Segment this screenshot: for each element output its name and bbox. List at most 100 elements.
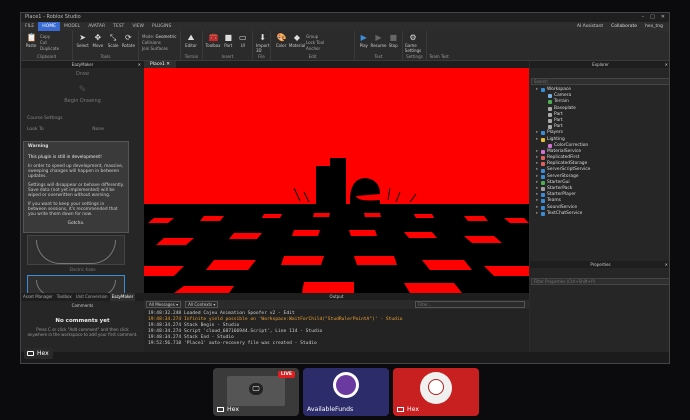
mode-label: Mode:	[142, 34, 155, 39]
item-type-icon	[541, 168, 545, 173]
cursor-icon: ➤	[79, 33, 86, 42]
copy-button[interactable]: Copy	[40, 34, 59, 39]
user-tile-label: Hex	[397, 406, 419, 413]
context-filter-dropdown[interactable]: All Contexts ▾	[185, 301, 219, 308]
user-badge[interactable]: Hex	[24, 348, 53, 359]
color-icon: 🎨	[276, 33, 287, 42]
panel-close-icon[interactable]: ✕	[138, 61, 141, 68]
duplicate-button[interactable]: Duplicate	[40, 46, 59, 51]
scale-icon: ⤡	[109, 33, 117, 42]
terrain-group: ⛰ Editor Terrain	[181, 31, 203, 60]
material-button[interactable]: ◆ Material	[289, 33, 305, 48]
screen-share-icon	[217, 407, 224, 412]
stream-tile-name: Hex	[227, 406, 240, 413]
tab-unit-conversion[interactable]: Unit Conversion	[74, 293, 110, 301]
stop-button[interactable]: ■ Stop	[388, 33, 400, 48]
tab-close-icon[interactable]: ✕	[166, 62, 170, 67]
play-button[interactable]: ▶ Play	[358, 33, 370, 48]
pencil-icon[interactable]: ✎	[21, 85, 144, 95]
user-menu[interactable]: hex_tng	[645, 22, 663, 31]
look-to-value[interactable]: None	[92, 127, 104, 132]
item-type-icon	[541, 88, 545, 93]
minimize-icon[interactable]: –	[642, 13, 645, 22]
import-icon: ⬇	[259, 33, 266, 42]
log-time: 19:48:34.274	[148, 317, 182, 323]
scale-tool[interactable]: ⤡ Scale	[107, 33, 120, 48]
user-tile-name: Hex	[407, 406, 420, 413]
edit-group-label: Edit	[308, 54, 317, 59]
properties-close-icon[interactable]: ✕	[665, 261, 668, 268]
3d-viewport[interactable]	[144, 68, 529, 293]
ai-assistant-button[interactable]: AI Assistant	[577, 22, 603, 31]
mode-select[interactable]: Mode: Geometric	[142, 34, 176, 39]
toolbox-button[interactable]: 🧰 Toolbox	[206, 33, 221, 48]
color-button[interactable]: 🎨 Color	[274, 33, 288, 48]
menu-test[interactable]: TEST	[109, 22, 128, 31]
rotate-tool[interactable]: ⟳ Rotate	[122, 33, 135, 48]
group-button[interactable]: Group	[306, 34, 324, 39]
menu-plugins[interactable]: PLUGINS	[148, 22, 175, 31]
screen-share-icon	[397, 407, 404, 412]
menu-home[interactable]: HOME	[38, 22, 60, 31]
warning-line-2: In order to speed up development, massiv…	[28, 164, 124, 179]
track-card[interactable]	[27, 235, 125, 265]
file-group: ⬇ Import 3D File	[253, 31, 271, 60]
tab-asset-manager[interactable]: Asset Manager	[21, 293, 55, 301]
properties-title: Properties	[590, 262, 611, 267]
user-tile-availablefunds[interactable]: AvailableFunds	[303, 368, 389, 416]
ui-button[interactable]: ▭ UI	[237, 33, 250, 48]
part-button[interactable]: ■ Part	[222, 33, 235, 48]
terrain-editor-button[interactable]: ⛰ Editor	[184, 33, 198, 48]
cut-button[interactable]: Cut	[40, 40, 59, 45]
item-type-icon	[541, 180, 545, 185]
menu-view[interactable]: VIEW	[128, 22, 148, 31]
stop-label: Stop	[388, 43, 398, 48]
lock-tool-button[interactable]: Lock Tool	[306, 40, 324, 45]
clipboard-group-label: Clipboard	[36, 54, 57, 59]
output-log: 19:48:32.248 Loaded Cajeu Animation Spoo…	[144, 309, 529, 354]
item-type-icon	[541, 205, 545, 210]
editor-label: Editor	[185, 43, 197, 48]
resume-button[interactable]: ▶ Resume	[370, 33, 387, 48]
menu-avatar[interactable]: AVATAR	[84, 22, 109, 31]
rotate-label: Rotate	[121, 43, 135, 48]
terrain-icon: ⛰	[187, 33, 195, 42]
game-settings-label: Game Settings	[404, 43, 422, 53]
stream-tile-hex[interactable]: 🖵 LIVE Hex	[213, 368, 299, 416]
move-icon: ✥	[94, 33, 102, 42]
properties-filter-input[interactable]	[531, 278, 669, 285]
insert-group: 🧰 Toolbox ■ Part ▭ UI Insert	[203, 31, 253, 60]
menu-file[interactable]: FILE	[21, 22, 38, 31]
paste-label: Paste	[25, 43, 37, 48]
select-tool[interactable]: ➤ Select	[76, 33, 89, 48]
maximize-icon[interactable]: □	[650, 13, 655, 22]
gotcha-button[interactable]: Gotcha.	[61, 221, 91, 226]
explorer-search-input[interactable]	[531, 78, 669, 85]
tab-place1[interactable]: Place1 ✕	[144, 61, 177, 68]
join-surfaces-toggle[interactable]: Join Surfaces	[142, 46, 176, 51]
explorer-panel: Explorer ✕ ▸WorkspaceCameraTerrainBasepl…	[530, 61, 669, 261]
anchor-button[interactable]: Anchor	[306, 46, 324, 51]
import-3d-button[interactable]: ⬇ Import 3D	[256, 33, 269, 53]
close-icon[interactable]: ✕	[661, 13, 665, 22]
stream-tile-label: Hex	[217, 406, 239, 413]
menu-model[interactable]: MODEL	[60, 22, 84, 31]
item-type-icon	[541, 156, 545, 161]
paste-button[interactable]: 📋 Paste	[24, 33, 38, 48]
tab-eazymaker[interactable]: EazyMaker	[109, 293, 136, 301]
resume-label: Resume	[370, 43, 387, 48]
message-filter-dropdown[interactable]: All Messages ▾	[146, 301, 182, 308]
user-tile-hex[interactable]: Hex	[393, 368, 479, 416]
log-time: 19:48:34.274	[148, 323, 182, 329]
game-settings-button[interactable]: ⚙ Game Settings	[404, 33, 422, 53]
output-filter-input[interactable]	[415, 301, 525, 308]
move-tool[interactable]: ✥ Move	[91, 33, 104, 48]
collisions-toggle[interactable]: Collisions	[142, 40, 176, 45]
screen-icon	[27, 351, 34, 356]
test-group: ▶ Play ▶ Resume ■ Stop Test	[355, 31, 403, 60]
explorer-close-icon[interactable]: ✕	[665, 61, 668, 68]
collaborate-button[interactable]: Collaborate	[611, 22, 637, 31]
explorer-item[interactable]: ▸ TextChatService	[532, 211, 669, 217]
divider	[21, 104, 144, 116]
tab-toolbox[interactable]: Toolbox	[55, 293, 74, 301]
